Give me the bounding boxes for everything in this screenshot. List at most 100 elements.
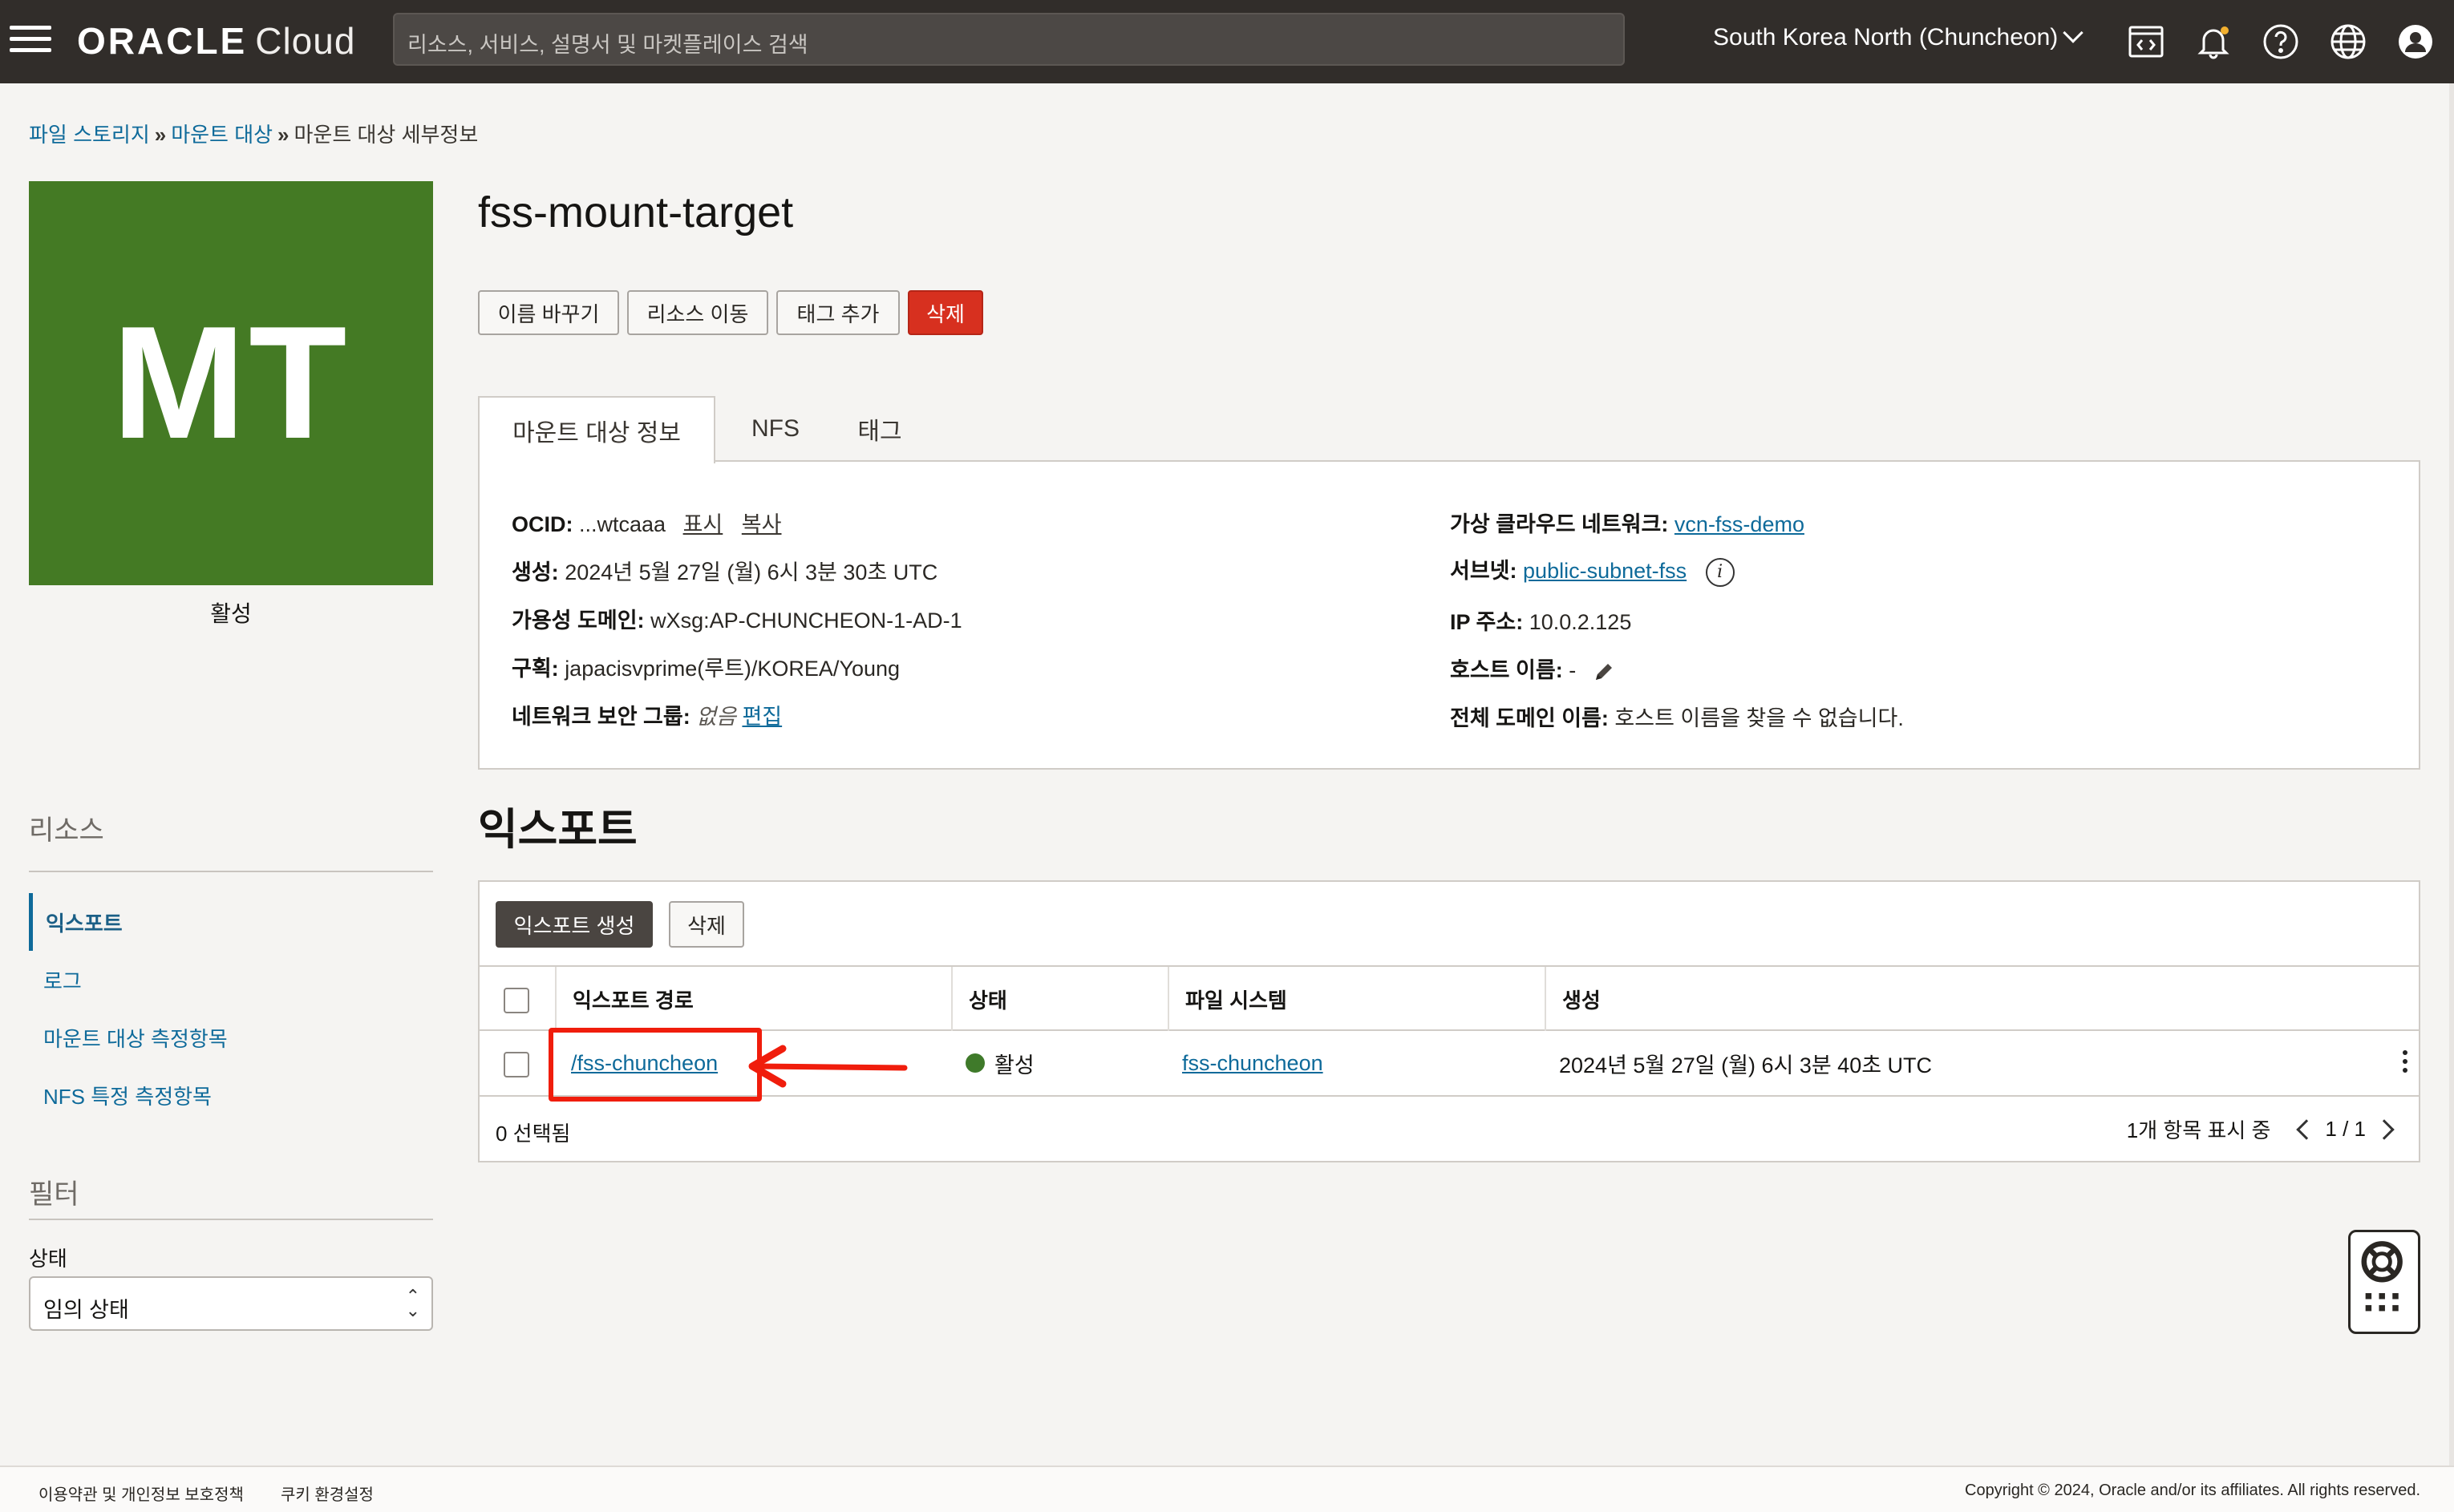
- hostname-label: 호스트 이름:: [1450, 658, 1563, 682]
- nav-item-exports[interactable]: 익스포트: [29, 893, 433, 951]
- copyright-text: Copyright © 2024, Oracle and/or its affi…: [1965, 1482, 2420, 1499]
- resources-nav: 익스포트 로그 마운트 대상 측정항목 NFS 특정 측정항목: [29, 893, 433, 1124]
- compartment-label: 구획:: [512, 657, 559, 681]
- breadcrumb-file-storage[interactable]: 파일 스토리지: [29, 123, 150, 147]
- page-indicator: 1 / 1: [2325, 1117, 2366, 1141]
- vcn-row: 가상 클라우드 네트워크: vcn-fss-demo: [1450, 507, 1804, 538]
- ocid-label: OCID:: [512, 512, 573, 536]
- filter-heading: 필터: [29, 1179, 79, 1210]
- region-selector[interactable]: South Korea North (Chuncheon): [1713, 22, 2083, 51]
- select-updown-icon: ⌃ ⌄: [405, 1286, 420, 1320]
- search-input[interactable]: 리소스, 서비스, 설명서 및 마켓플레이스 검색: [393, 13, 1625, 66]
- region-label: South Korea North (Chuncheon): [1713, 24, 2059, 51]
- tab-nfs[interactable]: NFS: [715, 396, 836, 462]
- chevron-right-icon[interactable]: [2374, 1118, 2395, 1140]
- delete-export-button[interactable]: 삭제: [669, 901, 744, 948]
- resource-icon-tile: MT: [29, 181, 433, 585]
- terms-link[interactable]: 이용약관 및 개인정보 보호정책: [38, 1482, 244, 1505]
- file-system-link[interactable]: fss-chuncheon: [1182, 1051, 1323, 1076]
- page-scrollbar[interactable]: [2449, 83, 2454, 1466]
- select-all-checkbox[interactable]: [504, 988, 529, 1013]
- state-filter-value: 임의 상태: [43, 1298, 129, 1322]
- row-actions-kebab-icon[interactable]: [2401, 1050, 2409, 1077]
- ocid-copy-link[interactable]: 복사: [742, 512, 782, 536]
- oracle-cloud-logo[interactable]: ORACLE Cloud: [77, 19, 355, 63]
- lifebuoy-icon: [2361, 1241, 2403, 1312]
- cookie-preferences-link[interactable]: 쿠키 환경설정: [281, 1482, 374, 1505]
- items-showing: 1개 항목 표시 중: [2126, 1118, 2271, 1142]
- nsg-value: 없음: [696, 705, 736, 729]
- pencil-icon[interactable]: [1592, 660, 1616, 684]
- rename-button[interactable]: 이름 바꾸기: [478, 290, 619, 335]
- row-checkbox[interactable]: [504, 1052, 529, 1077]
- breadcrumb: 파일 스토리지» 마운트 대상» 마운트 대상 세부정보: [29, 119, 478, 148]
- ocid-value: ...wtcaaa: [579, 512, 666, 536]
- chevron-down-icon: [2063, 22, 2083, 43]
- hamburger-menu-icon[interactable]: [10, 26, 51, 58]
- mount-target-info-panel: OCID: ...wtcaaa 표시 복사 생성: 2024년 5월 27일 (…: [478, 460, 2420, 770]
- help-icon[interactable]: [2260, 21, 2302, 63]
- created-value: 2024년 5월 27일 (월) 6시 3분 30초 UTC: [565, 560, 938, 584]
- availability-domain-row: 가용성 도메인: wXsg:AP-CHUNCHEON-1-AD-1: [512, 603, 962, 634]
- exports-panel: 익스포트 생성 삭제 익스포트 경로 상태 파일 시스템 생성 /fss-chu…: [478, 880, 2420, 1162]
- status-dot-icon: [966, 1053, 985, 1073]
- nav-item-logs[interactable]: 로그: [29, 951, 433, 1009]
- brand-oracle: ORACLE: [77, 20, 248, 62]
- ad-value: wXsg:AP-CHUNCHEON-1-AD-1: [650, 608, 962, 633]
- column-export-path[interactable]: 익스포트 경로: [555, 967, 951, 1031]
- nsg-row: 네트워크 보안 그룹: 없음 편집: [512, 699, 782, 730]
- user-icon[interactable]: [2395, 21, 2436, 63]
- compartment-value: japacisvprime(루트)/KOREA/Young: [565, 657, 901, 681]
- annotation-highlight-box: [549, 1028, 762, 1102]
- chevron-left-icon[interactable]: [2296, 1118, 2318, 1140]
- brand-cloud: Cloud: [255, 20, 356, 62]
- vcn-link[interactable]: vcn-fss-demo: [1674, 512, 1804, 536]
- breadcrumb-separator: »: [277, 123, 290, 147]
- nav-item-nfs-metrics[interactable]: NFS 특정 측정항목: [29, 1066, 433, 1124]
- ip-row: IP 주소: 10.0.2.125: [1450, 604, 1631, 636]
- hostname-row: 호스트 이름: -: [1450, 653, 1616, 684]
- page-title: fss-mount-target: [478, 188, 794, 237]
- nav-item-mount-target-metrics[interactable]: 마운트 대상 측정항목: [29, 1009, 433, 1066]
- nsg-edit-link[interactable]: 편집: [742, 705, 782, 729]
- page-footer: 이용약관 및 개인정보 보호정책 쿠키 환경설정 Copyright © 202…: [0, 1466, 2454, 1512]
- subnet-link[interactable]: public-subnet-fss: [1523, 559, 1687, 583]
- fqdn-value: 호스트 이름을 찾을 수 없습니다.: [1614, 706, 1904, 730]
- created-label: 생성:: [512, 560, 559, 584]
- breadcrumb-mount-targets[interactable]: 마운트 대상: [171, 123, 273, 147]
- column-state[interactable]: 상태: [951, 967, 1168, 1031]
- bell-icon[interactable]: [2193, 21, 2234, 63]
- tab-tags[interactable]: 태그: [836, 396, 924, 462]
- move-resource-button[interactable]: 리소스 이동: [627, 290, 768, 335]
- top-navigation-bar: ORACLE Cloud 리소스, 서비스, 설명서 및 마켓플레이스 검색 So…: [0, 0, 2454, 83]
- state-cell: 활성: [966, 1031, 1035, 1095]
- column-created[interactable]: 생성: [1545, 967, 2419, 1031]
- file-system-cell: fss-chuncheon: [1182, 1031, 1323, 1095]
- ocid-row: OCID: ...wtcaaa 표시 복사: [512, 507, 781, 538]
- column-file-system[interactable]: 파일 시스템: [1168, 967, 1545, 1031]
- state-filter-select[interactable]: 임의 상태 ⌃ ⌄: [29, 1276, 433, 1331]
- selected-count: 0 선택됨: [496, 1122, 571, 1146]
- divider: [29, 871, 433, 872]
- subnet-label: 서브넷:: [1450, 559, 1517, 583]
- ip-label: IP 주소:: [1450, 610, 1524, 634]
- delete-button[interactable]: 삭제: [908, 290, 983, 335]
- table-footer: 0 선택됨 1개 항목 표시 중 1 / 1: [480, 1098, 2419, 1162]
- tab-mount-target-info[interactable]: 마운트 대상 정보: [478, 396, 715, 463]
- export-state: 활성: [994, 1053, 1035, 1077]
- globe-icon[interactable]: [2327, 21, 2369, 63]
- code-editor-icon[interactable]: [2125, 21, 2167, 63]
- add-tag-button[interactable]: 태그 추가: [776, 290, 900, 335]
- info-icon[interactable]: i: [1705, 557, 1735, 587]
- annotation-arrow: [748, 1045, 908, 1088]
- nsg-label: 네트워크 보안 그룹:: [512, 705, 690, 729]
- ocid-show-link[interactable]: 표시: [683, 512, 723, 536]
- hostname-value: -: [1569, 658, 1577, 682]
- exports-table-header: 익스포트 경로 상태 파일 시스템 생성: [480, 965, 2419, 1031]
- created-row: 생성: 2024년 5월 27일 (월) 6시 3분 30초 UTC: [512, 555, 937, 586]
- breadcrumb-current: 마운트 대상 세부정보: [294, 123, 479, 147]
- ad-label: 가용성 도메인:: [512, 608, 645, 633]
- create-export-button[interactable]: 익스포트 생성: [496, 901, 653, 948]
- help-widget[interactable]: [2348, 1230, 2420, 1334]
- pagination: 1개 항목 표시 중 1 / 1: [2127, 1114, 2403, 1144]
